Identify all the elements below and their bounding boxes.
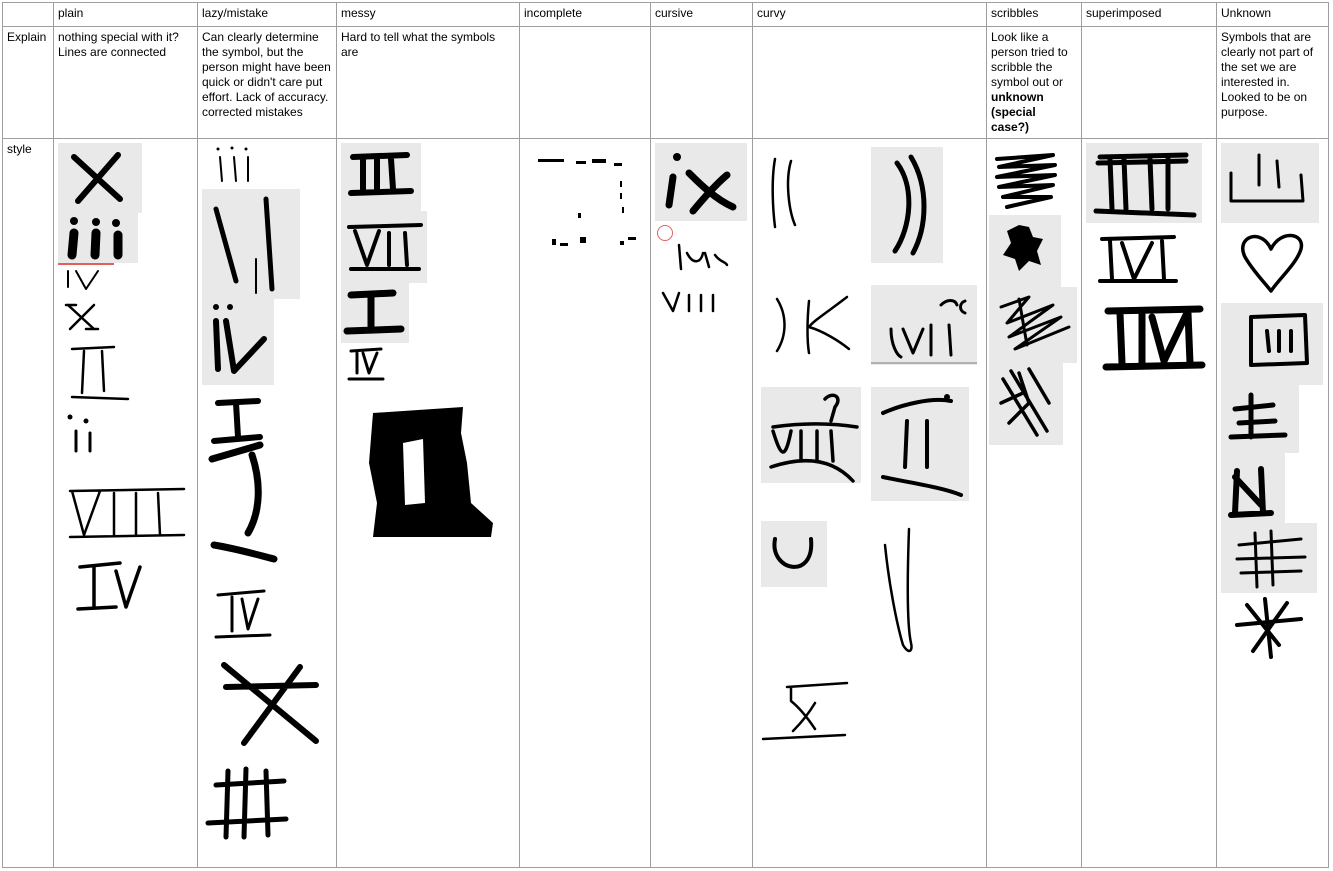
curvy-ii-arc-sample	[871, 387, 969, 501]
scribble-sample-3	[989, 287, 1077, 363]
messy-iii-sample	[341, 143, 421, 211]
cursive-viii-sample	[659, 281, 725, 315]
lazy-iv-sample	[202, 299, 274, 385]
plain-viii-sample	[68, 483, 188, 543]
messy-samples-cell	[336, 138, 520, 868]
scribble-sample-2	[989, 215, 1061, 287]
superimposed-iv-large-sample	[1102, 303, 1206, 375]
explain-scribbles-bold: unknown (special case?)	[991, 90, 1044, 134]
unknown-box-sample	[1221, 303, 1323, 385]
style-row: style	[2, 138, 1329, 868]
lazy-iii-sample	[212, 143, 262, 187]
explain-scribbles: Look like a person tried to scribble the…	[986, 26, 1082, 139]
curvy-ix-sample	[769, 291, 853, 357]
superimposed-iv-small-sample	[1096, 233, 1180, 287]
header-plain: plain	[53, 2, 198, 27]
header-incomplete: incomplete	[519, 2, 651, 27]
plain-iii-sample	[58, 213, 138, 263]
superimposed-samples-cell	[1081, 138, 1217, 868]
explain-messy: Hard to tell what the symbols are	[336, 26, 520, 139]
messy-blob-sample	[363, 403, 497, 543]
incomplete-samples-cell	[519, 138, 651, 868]
curvy-vii-sample	[871, 285, 977, 365]
header-corner	[2, 2, 54, 27]
unknown-samples-cell	[1216, 138, 1329, 868]
header-lazy-mistake: lazy/mistake	[197, 2, 337, 27]
curvy-ii-sample	[767, 151, 807, 231]
superimposed-ii-sample	[1086, 143, 1202, 223]
lazy-iii-grid-sample	[204, 763, 294, 843]
unknown-m-sample	[1221, 453, 1285, 523]
explain-scribbles-text: Look like a person tried to scribble the…	[991, 30, 1068, 89]
header-messy: messy	[336, 2, 520, 27]
unknown-star-sample	[1231, 595, 1311, 663]
messy-vii-sample	[341, 211, 427, 283]
plain-ii-sample	[68, 343, 134, 401]
scribble-sample-4	[989, 363, 1063, 445]
incomplete-dotted-sample	[536, 153, 646, 263]
header-curvy: curvy	[752, 2, 987, 27]
explain-cursive	[650, 26, 753, 139]
style-label: style	[2, 138, 54, 868]
cursive-iv-sample	[671, 235, 731, 275]
scribbles-samples-cell	[986, 138, 1082, 868]
plain-iv-sample	[64, 265, 114, 293]
unknown-e-sample	[1221, 385, 1299, 453]
lazy-x-sample	[216, 659, 326, 751]
unknown-e2-sample	[1221, 523, 1317, 593]
curvy-ii-bracket-sample	[871, 147, 943, 263]
header-superimposed: superimposed	[1081, 2, 1217, 27]
cursive-ix-sample	[655, 143, 747, 221]
lazy-iv-small-sample	[210, 585, 280, 649]
messy-iv-sample	[347, 345, 387, 385]
lazy-samples-cell	[197, 138, 337, 868]
explain-lazy: Can clearly determine the symbol, but th…	[197, 26, 337, 139]
explain-unknown: Symbols that are clearly not part of the…	[1216, 26, 1329, 139]
lazy-i3-sample	[208, 539, 278, 569]
explain-incomplete	[519, 26, 651, 139]
curvy-samples-cell	[752, 138, 987, 868]
explain-row: Explain nothing special with it? Lines a…	[2, 26, 1329, 139]
curvy-x-sample	[761, 679, 851, 743]
curvy-u-sample	[761, 521, 827, 587]
unknown-heart-sample	[1237, 227, 1309, 299]
header-scribbles: scribbles	[986, 2, 1082, 27]
messy-i-sample	[341, 283, 409, 343]
explain-curvy	[752, 26, 987, 139]
explain-superimposed	[1081, 26, 1217, 139]
explain-plain: nothing special with it? Lines are conne…	[53, 26, 198, 139]
lazy-ii-sample	[202, 189, 300, 299]
symbol-style-table: plain lazy/mistake messy incomplete curs…	[2, 2, 1329, 868]
scribble-sample-1	[993, 151, 1059, 215]
plain-samples-cell	[53, 138, 198, 868]
curvy-v-sample	[877, 525, 927, 661]
header-row: plain lazy/mistake messy incomplete curs…	[2, 2, 1329, 27]
explain-label: Explain	[2, 26, 54, 139]
plain-x-small-sample	[64, 301, 104, 333]
plain-ii-dotted-sample	[64, 409, 104, 459]
unknown-crown-sample	[1221, 143, 1319, 223]
plain-x-sample	[58, 143, 142, 213]
header-unknown: Unknown	[1216, 2, 1329, 27]
curvy-viii-sample	[761, 387, 861, 483]
header-cursive: cursive	[650, 2, 753, 27]
lazy-i2-sample	[204, 439, 274, 539]
cursive-samples-cell	[650, 138, 753, 868]
plain-iv-large-sample	[72, 559, 148, 615]
